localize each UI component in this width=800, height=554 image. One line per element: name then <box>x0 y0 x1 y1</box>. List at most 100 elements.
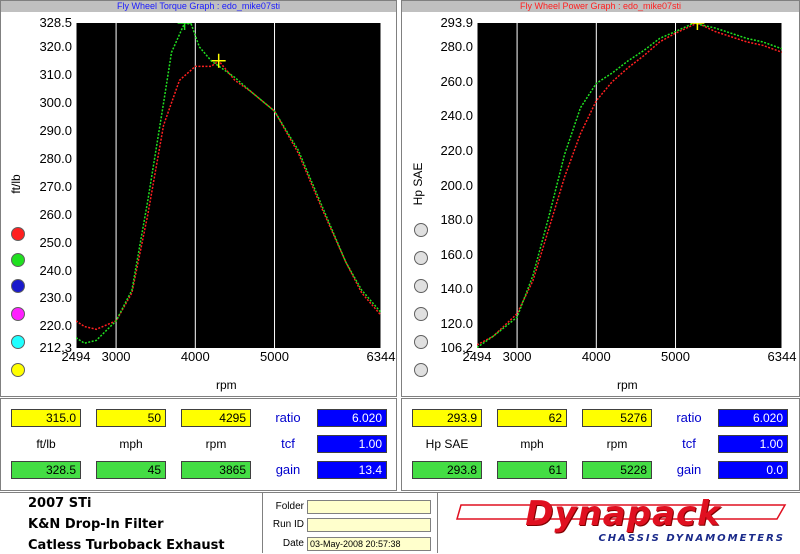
power-gain-label: gain <box>676 462 702 477</box>
torque-mph-label: mph <box>119 437 143 451</box>
power-unit-label: Hp SAE <box>425 437 469 451</box>
power-ratio-label: ratio <box>676 410 702 425</box>
series-dot-5[interactable] <box>414 335 428 349</box>
power-x-tick-label: 2494 <box>462 349 492 364</box>
run-id-label: Run ID <box>272 519 304 530</box>
torque-peak-value: 328.5 <box>11 461 81 479</box>
torque-ratio-value: 6.020 <box>317 409 387 427</box>
run-id-field[interactable] <box>307 518 431 532</box>
torque-y-tick-label: 260.0 <box>39 206 72 222</box>
power-cursor-marker <box>690 23 705 30</box>
power-readout-panel: 293.9 62 5276 Hp SAE mph rpm 293.8 61 52… <box>401 398 800 491</box>
power-y-axis-label: Hp SAE <box>411 162 425 206</box>
power-series-red <box>477 23 782 346</box>
torque-x-tick-label: 6344 <box>366 349 396 364</box>
torque-y-tick-label: 250.0 <box>39 234 72 250</box>
power-tcf-label: tcf <box>682 436 696 451</box>
power-y-tick-label: 120.0 <box>440 316 473 332</box>
power-y-tick-label: 160.0 <box>440 246 473 262</box>
power-chart <box>477 23 782 348</box>
torque-y-tick-label: 220.0 <box>39 318 72 334</box>
torque-graph-panel: Fly Wheel Torque Graph : edo_mike07sti 3… <box>0 0 397 397</box>
power-cursor-rpm: 5276 <box>582 409 652 427</box>
power-ratio-value: 6.020 <box>718 409 788 427</box>
power-cursor-value: 293.9 <box>412 409 482 427</box>
torque-y-tick-label: 270.0 <box>39 178 72 194</box>
green-series-dot[interactable] <box>11 253 25 267</box>
power-tcf-value: 1.00 <box>718 435 788 453</box>
torque-graph-title: Fly Wheel Torque Graph : edo_mike07sti <box>1 1 396 12</box>
power-gain-value: 0.0 <box>718 461 788 479</box>
divider <box>437 493 438 553</box>
torque-peak-rpm: 3865 <box>181 461 251 479</box>
run-description-line-3: Catless Turboback Exhaust <box>28 538 225 553</box>
power-y-tick-label: 260.0 <box>440 73 473 89</box>
torque-tcf-label: tcf <box>281 436 295 451</box>
series-dot-1[interactable] <box>414 223 428 237</box>
date-label: Date <box>282 538 304 549</box>
torque-tcf-value: 1.00 <box>317 435 387 453</box>
power-x-tick-label: 6344 <box>767 349 797 364</box>
blue-series-dot[interactable] <box>11 279 25 293</box>
torque-plot-area[interactable] <box>76 23 381 348</box>
power-graph-title: Fly Wheel Power Graph : edo_mike07sti <box>402 1 799 12</box>
power-x-tick-label: 5000 <box>661 349 690 364</box>
red-series-dot[interactable] <box>11 227 25 241</box>
torque-y-tick-label: 280.0 <box>39 150 72 166</box>
divider <box>262 493 263 553</box>
power-y-tick-label: 280.0 <box>440 39 473 55</box>
torque-peak-marker <box>177 23 192 30</box>
torque-y-tick-label: 310.0 <box>39 66 72 82</box>
torque-y-tick-label: 320.0 <box>39 38 72 54</box>
magenta-series-dot[interactable] <box>11 307 25 321</box>
folder-field[interactable] <box>307 500 431 514</box>
torque-y-tick-label: 230.0 <box>39 290 72 306</box>
series-dot-3[interactable] <box>414 279 428 293</box>
torque-series-green <box>76 23 381 345</box>
series-dot-4[interactable] <box>414 307 428 321</box>
torque-y-tick-label: 328.5 <box>39 15 72 30</box>
torque-cursor-rpm: 4295 <box>181 409 251 427</box>
dynapack-wordmark: Dynapack <box>525 494 721 534</box>
power-y-tick-label: 240.0 <box>440 108 473 124</box>
torque-ratio-label: ratio <box>275 410 301 425</box>
torque-cursor-mph: 50 <box>96 409 166 427</box>
folder-label: Folder <box>275 501 304 512</box>
power-series-green <box>477 23 782 348</box>
cyan-series-dot[interactable] <box>11 335 25 349</box>
power-x-tick-label: 4000 <box>581 349 611 364</box>
torque-x-tick-label: 2494 <box>61 349 91 364</box>
torque-gain-label: gain <box>275 462 301 477</box>
torque-series-red <box>76 59 381 331</box>
power-graph-panel: Fly Wheel Power Graph : edo_mike07sti 29… <box>401 0 800 397</box>
power-y-tick-label: 140.0 <box>440 281 473 297</box>
torque-cursor-value: 315.0 <box>11 409 81 427</box>
torque-chart <box>76 23 381 348</box>
torque-y-tick-label: 290.0 <box>39 122 72 138</box>
torque-rpm-label: rpm <box>205 437 227 451</box>
power-y-tick-label: 293.9 <box>440 15 473 30</box>
series-dot-6[interactable] <box>414 363 428 377</box>
dynapack-logo: Dynapack CHASSIS DYNAMOMETERS <box>455 494 790 549</box>
torque-x-tick-label: 4000 <box>180 349 210 364</box>
power-peak-value: 293.8 <box>412 461 482 479</box>
torque-y-axis-label: ft/lb <box>9 174 23 194</box>
yellow-series-dot[interactable] <box>11 363 25 377</box>
torque-y-tick-label: 300.0 <box>39 94 72 110</box>
series-dot-2[interactable] <box>414 251 428 265</box>
power-x-axis-label: rpm <box>617 378 638 392</box>
dynapack-tagline: CHASSIS DYNAMOMETERS <box>598 533 785 544</box>
power-mph-label: mph <box>520 437 544 451</box>
torque-gain-value: 13.4 <box>317 461 387 479</box>
torque-peak-mph: 45 <box>96 461 166 479</box>
run-description-line-2: K&N Drop-In Filter <box>28 517 164 532</box>
date-field[interactable]: 03-May-2008 20:57:38 <box>307 537 431 551</box>
torque-unit-label: ft/lb <box>36 437 56 451</box>
power-y-tick-label: 220.0 <box>440 142 473 158</box>
power-cursor-mph: 62 <box>497 409 567 427</box>
torque-x-tick-label: 3000 <box>101 349 131 364</box>
power-plot-area[interactable] <box>477 23 782 348</box>
run-info-bar: 2007 STi K&N Drop-In Filter Catless Turb… <box>0 492 800 553</box>
power-peak-rpm: 5228 <box>582 461 652 479</box>
run-description-line-1: 2007 STi <box>28 496 92 511</box>
